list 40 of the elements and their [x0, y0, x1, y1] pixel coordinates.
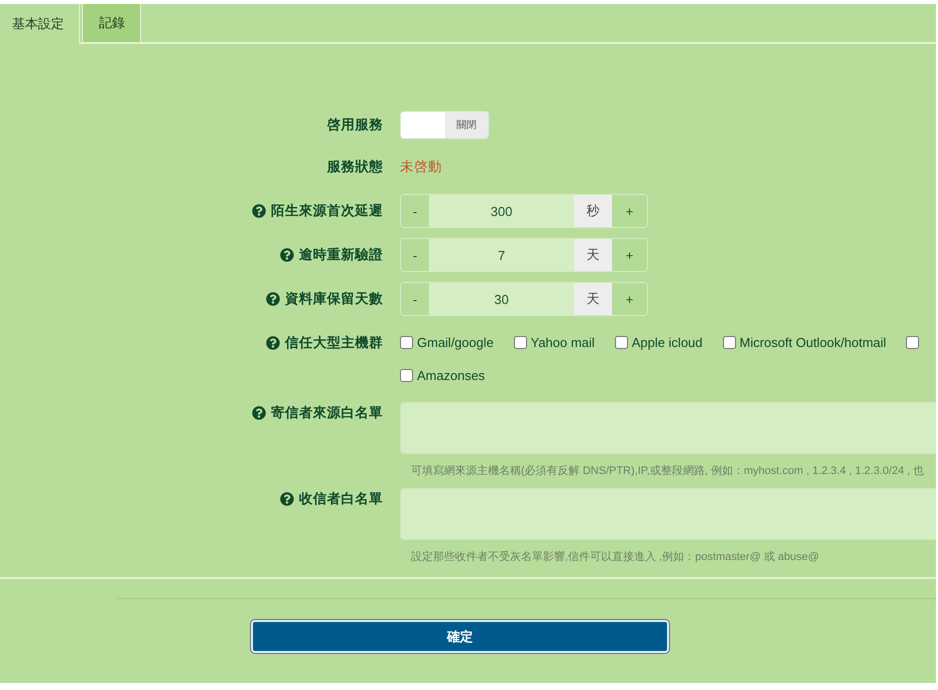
field-label: 服務狀態 [327, 158, 383, 176]
hint-text: 設定那些收件者不受灰名單影響,信件可以直接進入 ,例如：postmaster@ 或 abuse@ [411, 550, 820, 564]
checkbox[interactable] [400, 369, 413, 382]
checkbox-label[interactable]: Gmail/google [417, 335, 494, 350]
help-icon[interactable] [252, 204, 266, 218]
number-field[interactable]: 30 [429, 283, 574, 315]
checkbox[interactable] [514, 336, 527, 349]
field-label: 寄信者來源白名單 [271, 404, 383, 422]
help-icon[interactable] [252, 406, 266, 420]
submit-button[interactable]: 確定 [251, 620, 669, 653]
unit-label: 秒 [574, 195, 612, 227]
tab[interactable]: 記錄 [82, 4, 141, 42]
textarea-field[interactable] [400, 402, 936, 454]
checkbox[interactable] [614, 336, 628, 349]
checkbox-label[interactable]: Microsoft Outlook/hotmail [740, 335, 886, 350]
field-label: 信任大型主機群 [285, 334, 383, 352]
field-label: 陌生來源首次延遲 [271, 202, 383, 220]
field-label: 資料庫保留天數 [285, 290, 383, 308]
hint-text: 可填寫網來源主機名稱(必須有反解 DNS/PTR),IP,或整段網路, 例如：myhost.com , 1.2.3.4 , 1.2.3.0/24 , 也 [411, 464, 926, 478]
field-label: 收信者白名單 [299, 490, 383, 508]
tab[interactable]: 基本設定 [0, 4, 80, 44]
checkbox[interactable] [906, 336, 920, 349]
checkbox-label[interactable]: Yahoo mail [530, 335, 595, 350]
help-icon[interactable] [266, 292, 280, 306]
status-text: 未啓動 [400, 158, 442, 174]
help-icon[interactable] [266, 336, 280, 350]
checkbox[interactable] [400, 336, 413, 349]
toggle-switch[interactable]: 關閉 [400, 111, 489, 139]
number-field[interactable]: 7 [429, 239, 574, 271]
checkbox[interactable] [722, 336, 736, 349]
field-label: 逾時重新驗證 [299, 246, 383, 264]
unit-label: 天 [574, 283, 612, 315]
unit-label: 天 [574, 239, 612, 271]
number-field[interactable]: 300 [429, 195, 574, 227]
field-label: 啓用服務 [327, 116, 383, 134]
checkbox-label[interactable]: Apple icloud [632, 335, 703, 350]
help-icon[interactable] [280, 492, 294, 506]
textarea-field[interactable] [400, 488, 936, 540]
help-icon[interactable] [280, 248, 294, 262]
checkbox-label[interactable]: Amazonses [417, 368, 485, 383]
